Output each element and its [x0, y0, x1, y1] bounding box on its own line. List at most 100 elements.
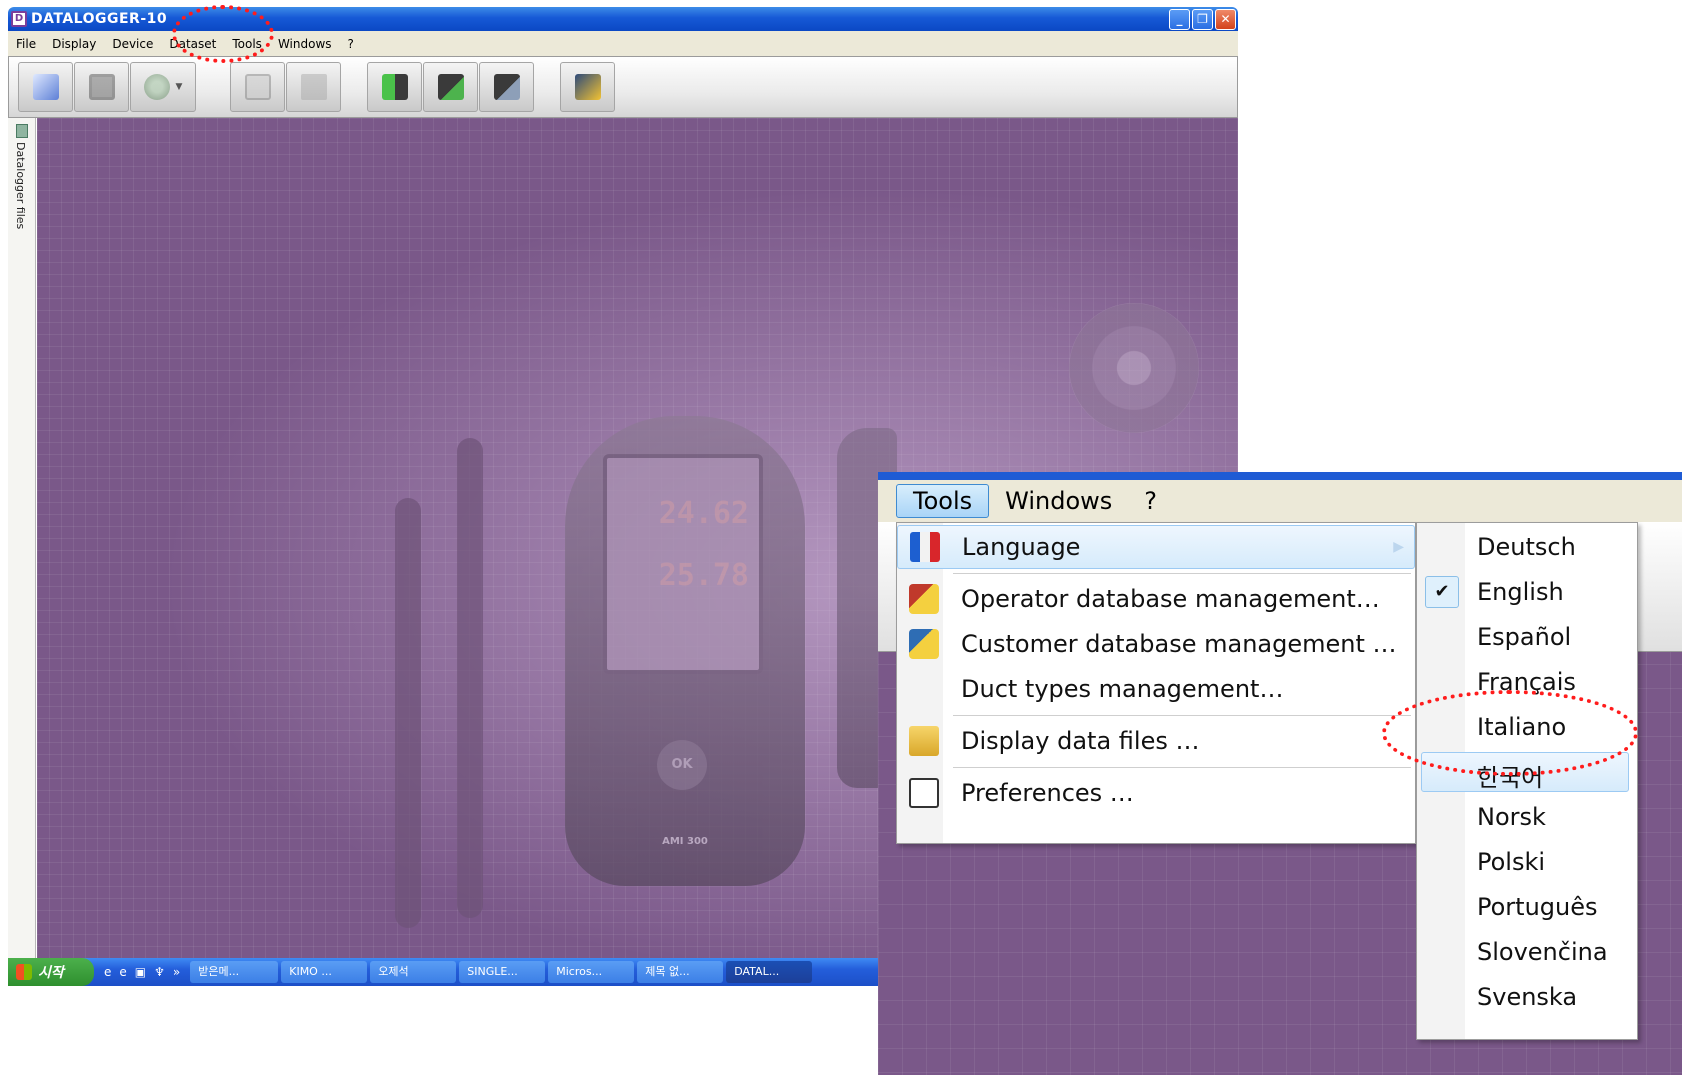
window-title: DATALOGGER-10	[31, 11, 168, 27]
language-flags-icon	[910, 532, 940, 562]
taskbar-item-active[interactable]: DATAL...	[726, 961, 813, 983]
inset-menu-help[interactable]: ?	[1128, 487, 1173, 515]
language-option[interactable]: Slovenčina	[1417, 930, 1637, 974]
datalogger-files-icon	[16, 124, 28, 138]
menu-windows[interactable]: Windows	[270, 37, 340, 51]
language-label: Slovenčina	[1477, 938, 1608, 966]
language-option[interactable]: Norsk	[1417, 795, 1637, 839]
menu-item-label: Display data files …	[961, 727, 1200, 755]
inset-title-stripe	[878, 472, 1682, 480]
tools-button[interactable]	[560, 62, 615, 112]
menu-item-duct-types[interactable]: Duct types management…	[897, 667, 1415, 711]
minimize-button[interactable]: _	[1169, 9, 1190, 30]
taskbar-item[interactable]: KIMO ...	[281, 961, 368, 983]
zoomed-menu-inset: Tools Windows ? Language ▶ Operator data…	[878, 472, 1682, 1075]
inset-menu-windows[interactable]: Windows	[989, 487, 1128, 515]
language-option[interactable]: Polski	[1417, 840, 1637, 884]
inset-menu-bar: Tools Windows ?	[878, 480, 1682, 522]
checkmark-icon: ✔	[1425, 576, 1459, 608]
windows-logo-icon	[16, 964, 32, 980]
device-ok-button: OK	[657, 740, 707, 790]
preferences-icon	[909, 778, 939, 808]
settings-dropdown-button[interactable]: ▼	[130, 62, 196, 112]
start-button[interactable]: 시작	[8, 958, 94, 986]
language-option[interactable]: Deutsch	[1417, 525, 1637, 569]
download-icon	[381, 74, 408, 100]
quick-launch: e e ▣ ♆ »	[94, 965, 190, 979]
menu-item-label: Customer database management …	[961, 630, 1397, 658]
menu-separator	[953, 573, 1411, 574]
print-preview-icon	[244, 74, 271, 100]
device-check-button[interactable]	[423, 62, 478, 112]
print-icon	[300, 74, 327, 100]
device-graphic: 24.62 25.78 OK AMI 300	[565, 416, 805, 886]
menu-item-label: Language	[962, 533, 1081, 561]
restore-button[interactable]: ❐	[1192, 9, 1213, 30]
language-option[interactable]: Español	[1417, 615, 1637, 659]
taskbar-item[interactable]: Micros...	[548, 961, 635, 983]
print-preview-button[interactable]	[230, 62, 285, 112]
save-icon	[88, 74, 115, 100]
menu-file[interactable]: File	[8, 37, 44, 51]
settings-gear-icon	[143, 74, 170, 100]
customer-db-icon	[909, 629, 939, 659]
menu-item-label: Duct types management…	[961, 675, 1284, 703]
menu-device[interactable]: Device	[104, 37, 161, 51]
device-check-icon	[437, 74, 464, 100]
language-submenu: Deutsch ✔ English Español Français Itali…	[1416, 522, 1638, 1040]
menu-help[interactable]: ?	[340, 37, 362, 51]
device-reading-2: 25.78	[658, 558, 749, 593]
menu-item-language[interactable]: Language ▶	[897, 525, 1415, 569]
side-panel[interactable]: Datalogger files	[8, 118, 36, 965]
device-database-button[interactable]	[479, 62, 534, 112]
fan-icon	[1069, 303, 1199, 433]
window-controls: _ ❐ ✕	[1169, 9, 1236, 30]
print-button[interactable]	[286, 62, 341, 112]
annotation-circle-korean	[1382, 690, 1638, 776]
language-option-checked[interactable]: ✔ English	[1417, 570, 1637, 614]
save-button[interactable]	[74, 62, 129, 112]
annotation-circle-tools	[172, 5, 274, 63]
decor-cable	[457, 438, 483, 918]
menu-item-operator-db[interactable]: Operator database management…	[897, 577, 1415, 621]
language-label: Norsk	[1477, 803, 1546, 831]
side-panel-label: Datalogger files	[14, 142, 27, 230]
language-option[interactable]: Português	[1417, 885, 1637, 929]
taskbar-item[interactable]: 받은메...	[190, 961, 279, 983]
start-label: 시작	[38, 965, 64, 981]
device-database-icon	[493, 74, 520, 100]
device-model-label: AMI 300	[662, 836, 708, 847]
menu-display[interactable]: Display	[44, 37, 104, 51]
inset-menu-tools[interactable]: Tools	[896, 484, 990, 518]
menu-item-customer-db[interactable]: Customer database management …	[897, 622, 1415, 666]
language-label: Português	[1477, 893, 1598, 921]
tools-icon	[574, 74, 601, 100]
new-file-button[interactable]	[18, 62, 73, 112]
language-label: Español	[1477, 623, 1572, 651]
chevron-down-icon: ▼	[175, 82, 183, 92]
language-label: English	[1477, 578, 1564, 606]
menu-item-preferences[interactable]: Preferences …	[897, 771, 1415, 815]
menu-separator	[953, 715, 1411, 716]
toolbar: ▼	[8, 56, 1238, 118]
taskbar-item[interactable]: SINGLE...	[459, 961, 546, 983]
download-button[interactable]	[367, 62, 422, 112]
app-icon[interactable]: ♆	[154, 965, 165, 979]
language-label: Polski	[1477, 848, 1546, 876]
menu-item-display-data-files[interactable]: Display data files …	[897, 719, 1415, 763]
language-option[interactable]: Svenska	[1417, 975, 1637, 1019]
app-icon: D	[11, 11, 27, 27]
folder-icon[interactable]: ▣	[135, 965, 146, 979]
device-screen: 24.62 25.78	[603, 454, 763, 674]
taskbar-item[interactable]: 오제석	[370, 961, 457, 983]
device-reading-1: 24.62	[658, 496, 749, 531]
menu-separator	[953, 767, 1411, 768]
more-chevron-icon[interactable]: »	[173, 965, 180, 979]
submenu-arrow-icon: ▶	[1393, 539, 1404, 555]
decor-cable	[395, 498, 421, 928]
taskbar-item[interactable]: 제목 없...	[637, 961, 724, 983]
ie-icon[interactable]: e	[104, 965, 111, 979]
menu-item-label: Operator database management…	[961, 585, 1380, 613]
browser-icon[interactable]: e	[119, 965, 126, 979]
close-button[interactable]: ✕	[1215, 9, 1236, 30]
